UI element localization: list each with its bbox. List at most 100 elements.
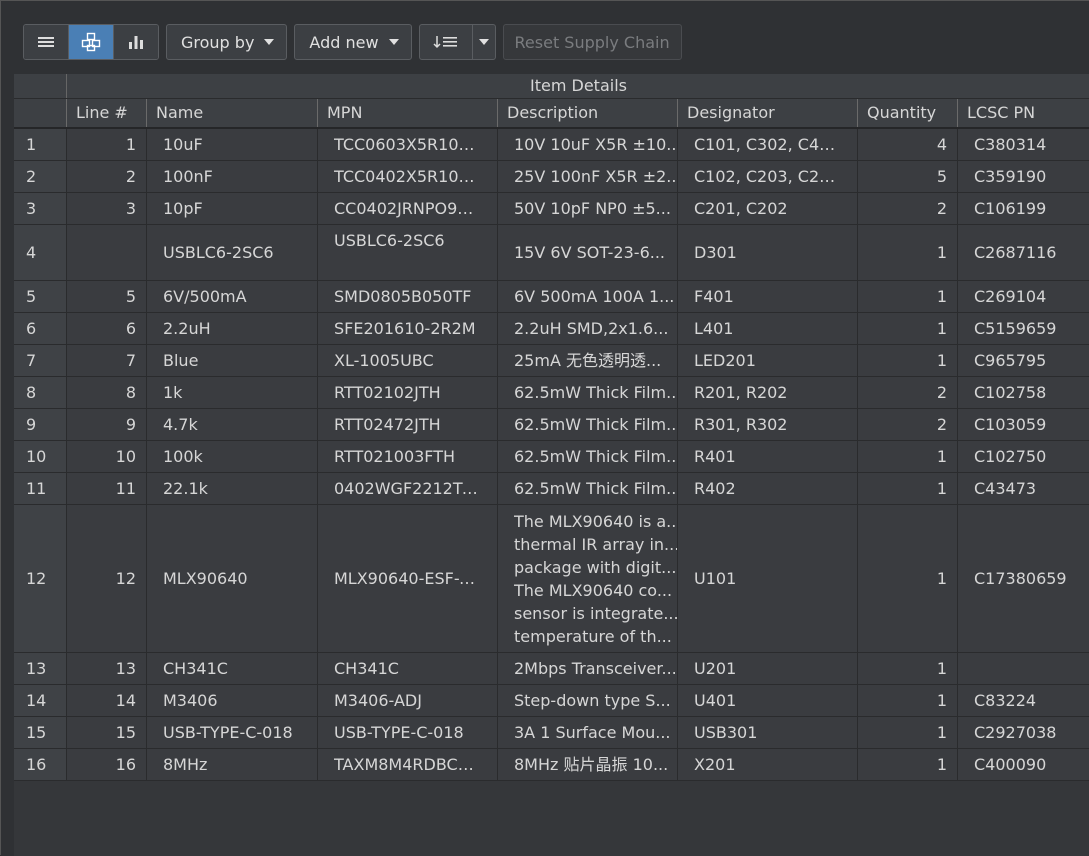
cell-name[interactable]: Blue	[146, 345, 317, 376]
cell-des[interactable]: X201	[677, 749, 857, 780]
cell-lcsc[interactable]: C359190	[957, 161, 1083, 192]
chart-view-button[interactable]	[114, 25, 158, 59]
row-index[interactable]: 1	[14, 129, 66, 160]
cell-mpn[interactable]: USBLC6-2SC6	[317, 225, 497, 280]
cell-mpn[interactable]: RTT02102JTH	[317, 377, 497, 408]
cell-lcsc[interactable]	[957, 653, 1083, 684]
cell-name[interactable]: USBLC6-2SC6	[146, 225, 317, 280]
cell-mpn[interactable]: XL-1005UBC	[317, 345, 497, 376]
cell-qty[interactable]: 1	[857, 749, 957, 780]
cell-desc[interactable]: 62.5mW Thick Film...	[497, 441, 677, 472]
cell-des[interactable]: U201	[677, 653, 857, 684]
cell-qty[interactable]: 1	[857, 281, 957, 312]
cell-mpn[interactable]: CH341C	[317, 653, 497, 684]
cell-line[interactable]: 11	[66, 473, 146, 504]
cell-des[interactable]: R402	[677, 473, 857, 504]
sort-list-button[interactable]	[420, 25, 473, 59]
cell-des[interactable]: C101, C302, C401,...	[677, 129, 857, 160]
cell-name[interactable]: M3406	[146, 685, 317, 716]
cell-desc[interactable]: 2.2uH SMD,2x1.6...	[497, 313, 677, 344]
cell-line[interactable]: 10	[66, 441, 146, 472]
column-header-lcsc-pn[interactable]: LCSC PN	[957, 99, 1083, 127]
row-index[interactable]: 15	[14, 717, 66, 748]
cell-name[interactable]: 6V/500mA	[146, 281, 317, 312]
cell-lcsc[interactable]: C269104	[957, 281, 1083, 312]
cell-name[interactable]: 10pF	[146, 193, 317, 224]
row-index[interactable]: 6	[14, 313, 66, 344]
cell-lcsc[interactable]: C5159659	[957, 313, 1083, 344]
cell-name[interactable]: 22.1k	[146, 473, 317, 504]
cell-mpn[interactable]: SFE201610-2R2M	[317, 313, 497, 344]
cell-des[interactable]: LED201	[677, 345, 857, 376]
cell-desc[interactable]: 3A 1 Surface Mou...	[497, 717, 677, 748]
cell-name[interactable]: 100nF	[146, 161, 317, 192]
cell-mpn[interactable]: TCC0603X5R106K1...	[317, 129, 497, 160]
cell-line[interactable]: 3	[66, 193, 146, 224]
row-index[interactable]: 5	[14, 281, 66, 312]
row-index[interactable]: 10	[14, 441, 66, 472]
cell-des[interactable]: U401	[677, 685, 857, 716]
row-index[interactable]: 14	[14, 685, 66, 716]
cell-desc[interactable]: 10V 10uF X5R ±10...	[497, 129, 677, 160]
cell-qty[interactable]: 2	[857, 409, 957, 440]
cell-lcsc[interactable]: C106199	[957, 193, 1083, 224]
cell-line[interactable]: 2	[66, 161, 146, 192]
cell-mpn[interactable]: MLX90640-ESF-BA...	[317, 505, 497, 652]
cell-lcsc[interactable]: C2687116	[957, 225, 1083, 280]
cell-des[interactable]: R401	[677, 441, 857, 472]
table-row[interactable]: 14 14 M3406 M3406-ADJ Step-down type S... U40…	[14, 685, 1089, 717]
row-index[interactable]: 7	[14, 345, 66, 376]
cell-qty[interactable]: 5	[857, 161, 957, 192]
table-row[interactable]: 7 7 Blue XL-1005UBC 25mA 无色透明透... LED201 1 C965…	[14, 345, 1089, 377]
column-header-description[interactable]: Description	[497, 99, 677, 127]
table-row[interactable]: 3 3 10pF CC0402JRNPO9BN... 50V 10pF NP0 ±5..…	[14, 193, 1089, 225]
cell-desc[interactable]: 6V 500mA 100A 1...	[497, 281, 677, 312]
cell-line[interactable]: 16	[66, 749, 146, 780]
cell-lcsc[interactable]: C965795	[957, 345, 1083, 376]
cell-line[interactable]: 14	[66, 685, 146, 716]
cell-desc[interactable]: 62.5mW Thick Film...	[497, 377, 677, 408]
table-row[interactable]: 6 6 2.2uH SFE201610-2R2M 2.2uH SMD,2x1.6... L…	[14, 313, 1089, 345]
cell-name[interactable]: USB-TYPE-C-018	[146, 717, 317, 748]
cell-mpn[interactable]: USB-TYPE-C-018	[317, 717, 497, 748]
cell-name[interactable]: 8MHz	[146, 749, 317, 780]
cell-qty[interactable]: 1	[857, 345, 957, 376]
cell-line[interactable]: 9	[66, 409, 146, 440]
cell-line[interactable]: 13	[66, 653, 146, 684]
row-index[interactable]: 9	[14, 409, 66, 440]
cell-lcsc[interactable]: C380314	[957, 129, 1083, 160]
cell-name[interactable]: CH341C	[146, 653, 317, 684]
cell-desc[interactable]: 62.5mW Thick Film...	[497, 473, 677, 504]
cell-line[interactable]: 5	[66, 281, 146, 312]
cell-desc[interactable]: 62.5mW Thick Film...	[497, 409, 677, 440]
table-row[interactable]: 9 9 4.7k RTT02472JTH 62.5mW Thick Film... R30…	[14, 409, 1089, 441]
table-row[interactable]: 13 13 CH341C CH341C 2Mbps Transceiver... U201…	[14, 653, 1089, 685]
cell-des[interactable]: D301	[677, 225, 857, 280]
cell-des[interactable]: U101	[677, 505, 857, 652]
sort-dropdown[interactable]	[473, 25, 495, 59]
cell-mpn[interactable]: M3406-ADJ	[317, 685, 497, 716]
cell-lcsc[interactable]: C43473	[957, 473, 1083, 504]
row-index[interactable]: 16	[14, 749, 66, 780]
row-index[interactable]: 3	[14, 193, 66, 224]
cell-desc[interactable]: 25V 100nF X5R ±2...	[497, 161, 677, 192]
cell-des[interactable]: L401	[677, 313, 857, 344]
cell-desc[interactable]: 8MHz 贴片晶振 10...	[497, 749, 677, 780]
cell-mpn[interactable]: CC0402JRNPO9BN...	[317, 193, 497, 224]
cell-qty[interactable]: 1	[857, 473, 957, 504]
cell-name[interactable]: 100k	[146, 441, 317, 472]
column-header-line-number[interactable]: Line #	[66, 99, 146, 127]
cell-des[interactable]: USB301	[677, 717, 857, 748]
cell-desc[interactable]: 2Mbps Transceiver...	[497, 653, 677, 684]
cell-desc[interactable]: Step-down type S...	[497, 685, 677, 716]
cell-line[interactable]: 8	[66, 377, 146, 408]
cell-lcsc[interactable]: C17380659	[957, 505, 1083, 652]
cell-lcsc[interactable]: C83224	[957, 685, 1083, 716]
cell-name[interactable]: 4.7k	[146, 409, 317, 440]
cell-line[interactable]: 6	[66, 313, 146, 344]
cell-desc[interactable]: The MLX90640 is a... thermal IR array in.…	[497, 505, 677, 652]
cell-des[interactable]: C102, C203, C204,...	[677, 161, 857, 192]
cell-des[interactable]: C201, C202	[677, 193, 857, 224]
cell-line[interactable]: 1	[66, 129, 146, 160]
cell-lcsc[interactable]: C102750	[957, 441, 1083, 472]
